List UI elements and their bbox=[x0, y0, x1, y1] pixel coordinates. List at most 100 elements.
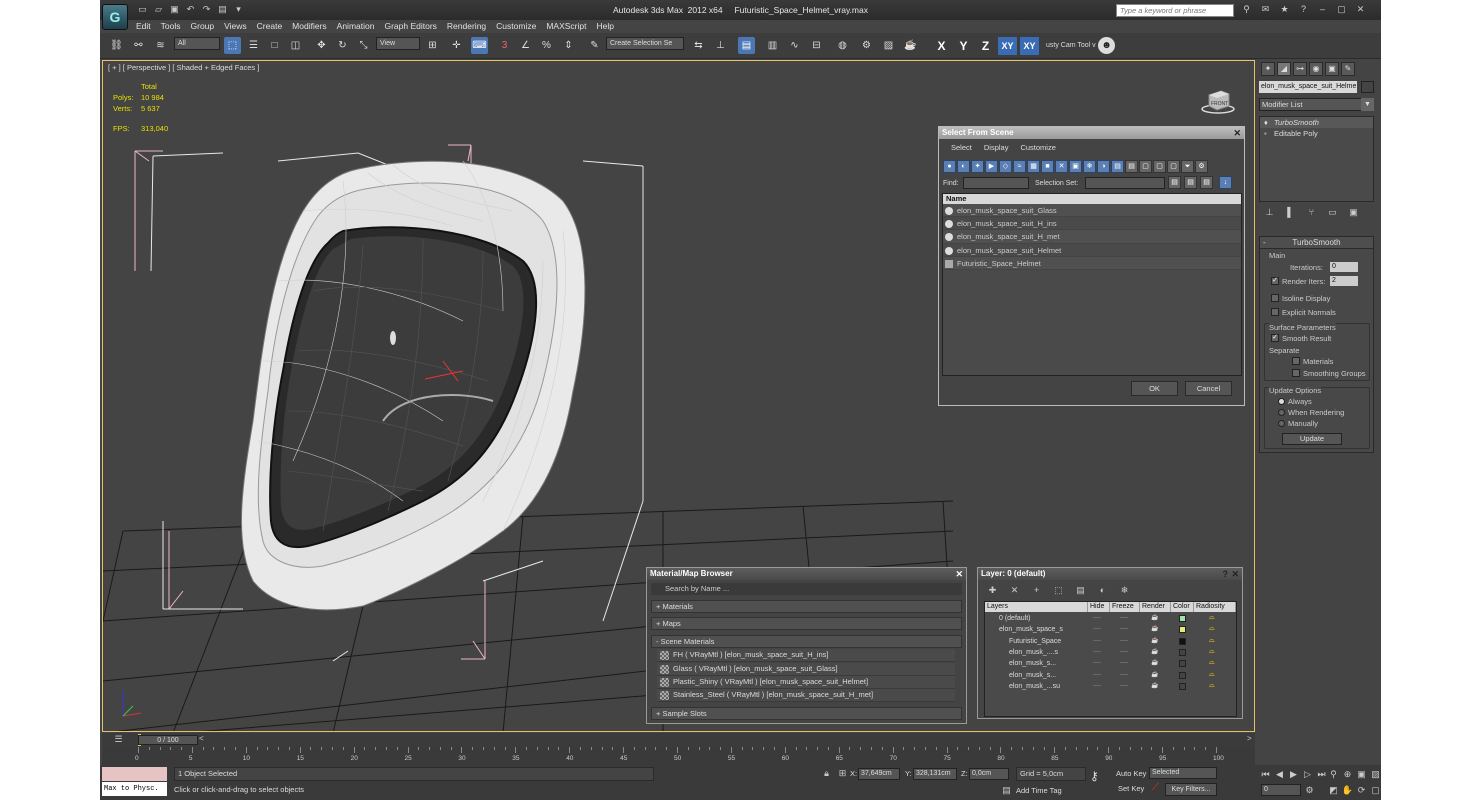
maximize-viewport-icon[interactable]: ▢ bbox=[1369, 784, 1381, 797]
snaps-toggle-icon[interactable]: 3 bbox=[496, 37, 513, 54]
axis-x-button[interactable]: X bbox=[932, 37, 951, 55]
table-row[interactable]: elon_musk_s... ---- ---- ☕ ⌓ bbox=[985, 670, 1236, 681]
table-row[interactable]: elon_musk_s... ---- ---- ☕ ⌓ bbox=[985, 658, 1236, 669]
freeze-toggle[interactable]: ---- bbox=[1120, 613, 1128, 624]
menu-maxscript[interactable]: MAXScript bbox=[546, 20, 586, 33]
select-none-icon[interactable]: ▢ bbox=[1167, 159, 1180, 173]
pin-stack-icon[interactable]: ⊥ bbox=[1263, 206, 1276, 219]
select-manipulate-icon[interactable]: ✛ bbox=[448, 37, 465, 54]
render-setup-icon[interactable]: ⚙ bbox=[858, 37, 875, 54]
render-iters-checkbox[interactable]: ✓ bbox=[1271, 277, 1279, 285]
hide-all-icon[interactable]: ◐ bbox=[1096, 584, 1109, 597]
shapes-filter-icon[interactable]: ◐ bbox=[957, 159, 970, 173]
sel-set-icon-1[interactable]: ▤ bbox=[1168, 176, 1181, 189]
hide-toggle[interactable]: ---- bbox=[1093, 624, 1101, 635]
col-hide[interactable]: Hide bbox=[1088, 602, 1110, 612]
rendered-frame-window-icon[interactable]: ▨ bbox=[880, 37, 897, 54]
hide-toggle[interactable]: ---- bbox=[1093, 647, 1101, 658]
update-button[interactable]: Update bbox=[1282, 433, 1342, 445]
spacewarps-filter-icon[interactable]: ≈ bbox=[1013, 159, 1026, 173]
transform-mode-icon[interactable]: ⊞ bbox=[836, 767, 849, 780]
configure-sets-icon[interactable]: ▣ bbox=[1347, 206, 1360, 219]
field-of-view-icon[interactable]: ◩ bbox=[1327, 784, 1340, 797]
angle-snap-icon[interactable]: ∠ bbox=[517, 37, 534, 54]
track-bar[interactable]: 0 5 10 15 20 25 30 35 40 45 50 55 60 65 70 75 80 85 90 95 10… bbox=[102, 747, 1255, 765]
panda-script-icon[interactable]: ☻ bbox=[1098, 37, 1115, 54]
hide-toggle[interactable]: ---- bbox=[1093, 636, 1101, 647]
render-production-icon[interactable]: ☕ bbox=[902, 37, 919, 54]
layer-color-swatch[interactable] bbox=[1179, 648, 1186, 656]
binoculars-icon[interactable]: ⚲ bbox=[1240, 3, 1253, 16]
set-key-button[interactable]: Set Key bbox=[1118, 784, 1144, 793]
layer-name[interactable]: elon_musk_...su bbox=[1009, 681, 1060, 692]
maxscript-listener-input[interactable] bbox=[102, 767, 167, 781]
axis-xy-cycle-button[interactable]: XY bbox=[1020, 37, 1039, 55]
layer-color-swatch[interactable] bbox=[1179, 637, 1186, 645]
stack-item-editable-poly[interactable]: ▪ Editable Poly bbox=[1260, 128, 1373, 139]
menu-graph-editors[interactable]: Graph Editors bbox=[384, 20, 436, 33]
display-all-icon[interactable]: ▤ bbox=[1111, 159, 1124, 173]
maximize-icon[interactable]: ▢ bbox=[1335, 3, 1348, 16]
axis-z-button[interactable]: Z bbox=[976, 37, 995, 55]
menu-help[interactable]: Help bbox=[596, 20, 613, 33]
table-row[interactable]: elon_musk_....s ---- ---- ☕ ⌓ bbox=[985, 647, 1236, 658]
pivot-center-icon[interactable]: ⊞ bbox=[424, 37, 441, 54]
orbit-icon[interactable]: ⟳ bbox=[1355, 784, 1368, 797]
filter-funnel-icon[interactable]: ⏷ bbox=[1181, 159, 1194, 173]
add-time-tag-button[interactable]: Add Time Tag bbox=[1016, 784, 1062, 797]
frozen-filter-icon[interactable]: ❄ bbox=[1083, 159, 1096, 173]
freeze-all-icon[interactable]: ❄ bbox=[1118, 584, 1131, 597]
z-coordinate-field[interactable]: 0,0cm bbox=[969, 768, 1009, 780]
menu-animation[interactable]: Animation bbox=[337, 20, 375, 33]
key-mode-icon[interactable]: ⟋ bbox=[1152, 782, 1159, 793]
smooth-result-checkbox[interactable]: ✓ bbox=[1271, 334, 1279, 342]
layer-name[interactable]: Futuristic_Space bbox=[1009, 636, 1061, 647]
material-item[interactable]: Stainless_Steel ( VRayMtl ) [elon_musk_s… bbox=[657, 689, 955, 702]
iterations-spinner[interactable]: 0 bbox=[1330, 262, 1358, 272]
layer-name[interactable]: elon_musk_s... bbox=[1009, 670, 1056, 681]
render-toggle-icon[interactable]: ☕ bbox=[1151, 636, 1158, 647]
time-tag-icon[interactable]: ▤ bbox=[1000, 784, 1013, 797]
object-name-field[interactable]: elon_musk_space_suit_Helme bbox=[1259, 81, 1357, 93]
select-all-icon[interactable]: ▢ bbox=[1153, 159, 1166, 173]
pan-icon[interactable]: ✋ bbox=[1341, 784, 1354, 797]
bones-filter-icon[interactable]: ✕ bbox=[1055, 159, 1068, 173]
highlight-layer-icon[interactable]: ▤ bbox=[1074, 584, 1087, 597]
modify-tab-icon[interactable]: ◢ bbox=[1277, 62, 1291, 76]
named-selection-set-dropdown[interactable]: Create Selection Se bbox=[606, 37, 684, 50]
layer-color-swatch[interactable] bbox=[1179, 626, 1186, 634]
hide-toggle[interactable]: ---- bbox=[1093, 613, 1101, 624]
auto-key-button[interactable]: Auto Key bbox=[1116, 769, 1146, 778]
lock-selection-icon[interactable]: 🔒︎ bbox=[820, 767, 833, 780]
mmb-section-sample-slots[interactable]: + Sample Slots bbox=[651, 707, 962, 720]
menu-edit[interactable]: Edit bbox=[136, 20, 151, 33]
key-filters-button[interactable]: Key Filters... bbox=[1165, 783, 1217, 796]
mmb-section-maps[interactable]: + Maps bbox=[651, 617, 962, 630]
minimize-icon[interactable]: – bbox=[1316, 3, 1329, 16]
sfs-menu-customize[interactable]: Customize bbox=[1020, 143, 1055, 152]
col-layers[interactable]: Layers bbox=[985, 602, 1088, 612]
delete-layer-icon[interactable]: ✕ bbox=[1008, 584, 1021, 597]
render-toggle-icon[interactable]: ☕ bbox=[1151, 624, 1158, 635]
radiosity-icon[interactable]: ⌓ bbox=[1209, 682, 1219, 690]
lights-filter-icon[interactable]: ✦ bbox=[971, 159, 984, 173]
viewport-label[interactable]: [ + ] [ Perspective ] [ Shaded + Edged F… bbox=[108, 63, 259, 72]
chevron-down-icon[interactable]: ▼ bbox=[1361, 98, 1374, 111]
freeze-toggle[interactable]: ---- bbox=[1120, 624, 1128, 635]
align-icon[interactable]: ⊥ bbox=[712, 37, 729, 54]
menu-views[interactable]: Views bbox=[224, 20, 247, 33]
add-to-layer-icon[interactable]: + bbox=[1030, 584, 1043, 597]
zoom-extents-all-icon[interactable]: ▨ bbox=[1369, 768, 1381, 781]
select-in-layer-icon[interactable]: ⬚ bbox=[1052, 584, 1065, 597]
mmb-section-scene-materials[interactable]: - Scene Materials bbox=[651, 635, 962, 648]
favorites-icon[interactable]: ★ bbox=[1278, 3, 1291, 16]
layer-close-icon[interactable]: ✕ bbox=[1231, 568, 1239, 580]
list-item[interactable]: Futuristic_Space_Helmet bbox=[943, 256, 1241, 270]
hide-toggle[interactable]: ---- bbox=[1093, 681, 1101, 692]
cameras-filter-icon[interactable]: ▶ bbox=[985, 159, 998, 173]
search-input[interactable]: Type a keyword or phrase bbox=[1116, 4, 1234, 17]
list-item[interactable]: elon_musk_space_suit_Glass bbox=[943, 204, 1241, 218]
helpers-filter-icon[interactable]: ◇ bbox=[999, 159, 1012, 173]
display-tab-icon[interactable]: ▣ bbox=[1325, 62, 1339, 76]
radiosity-icon[interactable]: ⌓ bbox=[1209, 671, 1219, 679]
